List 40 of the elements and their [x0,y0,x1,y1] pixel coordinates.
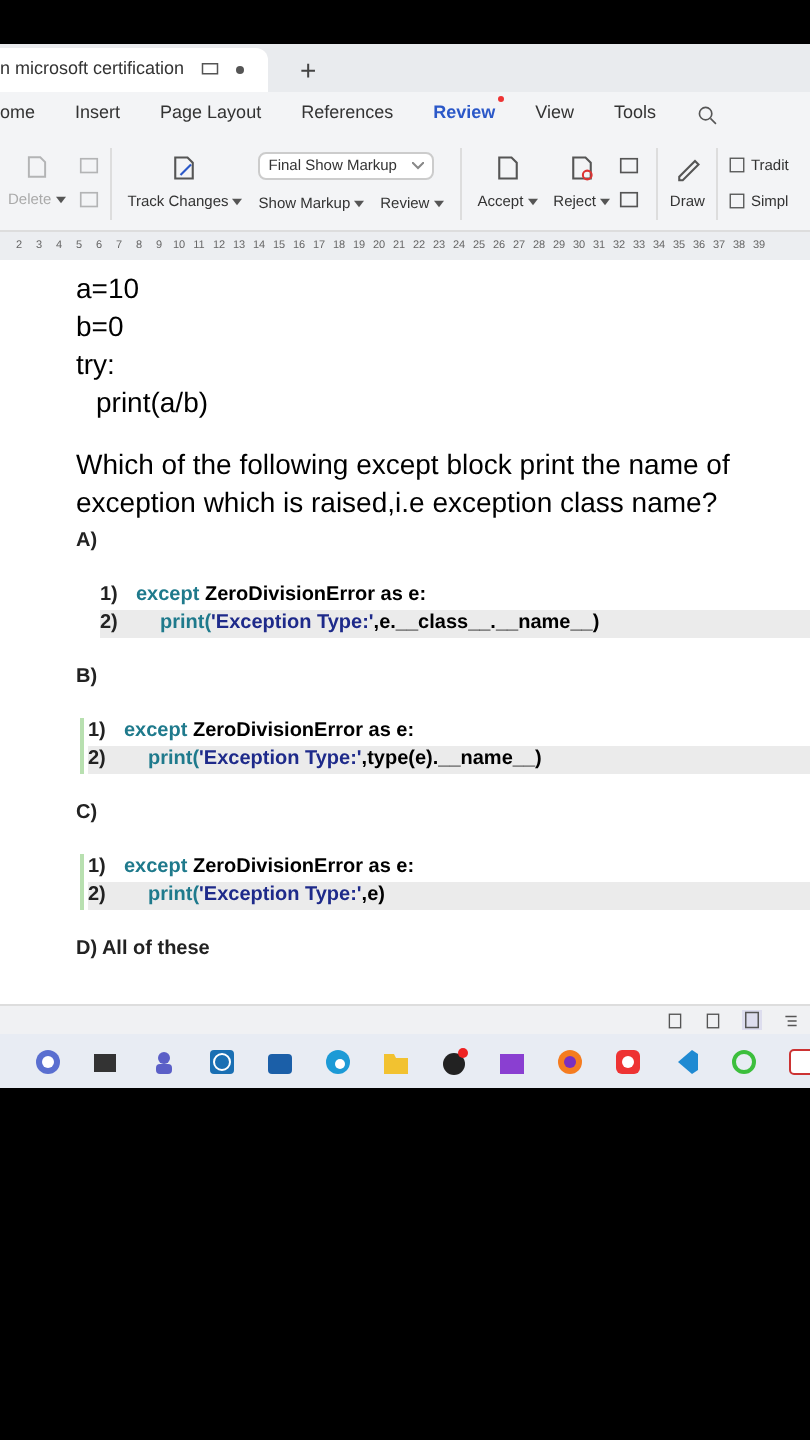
menu-tab[interactable]: Review [433,100,496,128]
option-text: D) All of these [74,936,210,964]
grid-app-icon[interactable] [786,1045,810,1077]
caret-icon [55,196,66,205]
search-icon[interactable] [696,103,719,125]
new-tab-button[interactable]: + [292,48,325,92]
outline-view-icon[interactable] [782,1011,800,1029]
square-app-icon[interactable] [206,1045,238,1077]
export-icon[interactable] [704,1011,722,1029]
caret-icon [232,197,243,206]
menu-tab[interactable]: Insert [75,100,121,128]
chevron-down-icon [412,161,425,170]
page-icon[interactable] [666,1011,684,1029]
menu-tab[interactable]: Page Layout [160,100,262,128]
monitor-icon[interactable] [200,60,221,80]
menu-tab[interactable]: Tools [614,100,657,128]
question-text: Which of the following except block print the name of exception which is raised,i.e exception class name? [74,446,732,522]
option-label: B) [74,664,98,690]
option-label: C) [74,800,98,826]
track-changes-icon[interactable] [170,153,199,182]
code-line: print(a/b) [94,384,209,422]
document-tab[interactable]: n microsoft certification [0,48,269,92]
page-view-icon[interactable] [742,1010,762,1030]
code-line: b=0 [76,308,124,346]
option-label: A) [74,528,98,554]
code-line: try: [76,346,115,384]
code-line: a=10 [76,270,140,308]
caret-icon [599,197,610,206]
menu-tab[interactable]: View [535,100,574,128]
circle-app-icon[interactable] [438,1045,470,1077]
browser-icon[interactable] [322,1045,354,1077]
accept-icon[interactable] [493,153,522,182]
menu-tab[interactable]: ome [0,100,36,128]
caret-icon [527,197,538,206]
menu-tab[interactable]: References [301,100,394,128]
caret-icon [433,199,444,208]
office-icon[interactable] [612,1045,644,1077]
caret-icon [354,199,365,208]
reject-icon[interactable] [567,153,596,182]
widgets-icon[interactable] [32,1045,64,1077]
